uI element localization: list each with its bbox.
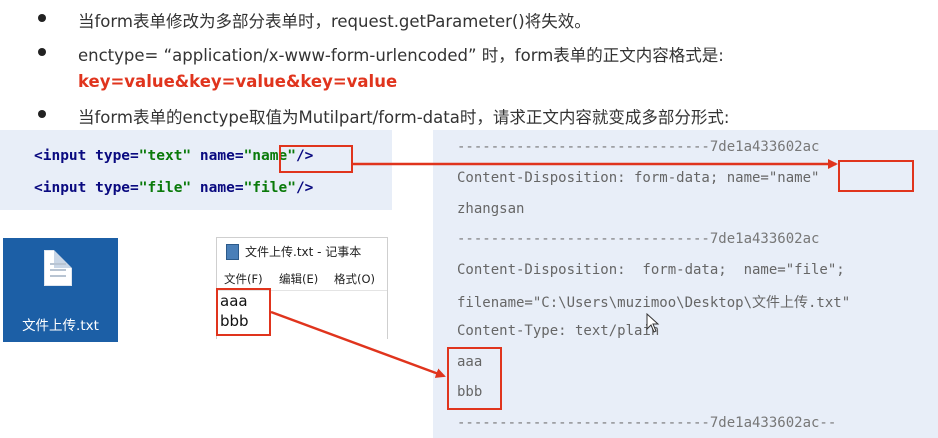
notepad-titlebar: 文件上传.txt - 记事本: [217, 238, 387, 266]
notepad-icon: [226, 244, 239, 260]
menu-file[interactable]: 文件(F): [224, 271, 263, 287]
file-tile-label: 文件上传.txt: [22, 318, 99, 334]
text-file-icon: [44, 250, 72, 286]
content-type-line: Content-Type: text/plain: [457, 323, 660, 339]
boundary-end-line: ------------------------------7de1a43360…: [457, 415, 837, 431]
content-disposition-line: Content-Disposition: form-data; name="na…: [457, 170, 820, 186]
notepad-title: 文件上传.txt - 记事本: [245, 245, 362, 259]
bullet-dot-icon: [38, 110, 46, 118]
boundary-line: ------------------------------7de1a43360…: [457, 139, 820, 155]
format-line: key=value&key=value&key=value: [78, 72, 398, 91]
mouse-cursor-icon: [646, 313, 660, 333]
filename-line: filename="C:\Users\muzimoo\Desktop\文件上传.…: [457, 295, 851, 311]
boundary-line: ------------------------------7de1a43360…: [457, 231, 820, 247]
bullet-text: 当form表单修改为多部分表单时，request.getParameter()将…: [78, 12, 591, 31]
menu-format[interactable]: 格式(O): [334, 271, 375, 287]
bullet-dot-icon: [38, 48, 46, 56]
highlight-notepad-content: [216, 288, 271, 336]
bullet-text: 当form表单的enctype取值为Mutilpart/form-data时，请…: [78, 108, 730, 127]
menu-edit[interactable]: 编辑(E): [279, 271, 318, 287]
bullet-dot-icon: [38, 14, 46, 22]
bullet-text: enctype= “application/x-www-form-urlenco…: [78, 46, 724, 65]
notepad-menubar: 文件(F) 编辑(E) 格式(O): [217, 268, 387, 288]
code-line-text-input: <input type="text" name="name"/>: [34, 148, 314, 164]
highlight-file-content: [447, 347, 502, 410]
code-line-file-input: <input type="file" name="file"/>: [34, 180, 314, 196]
file-tile[interactable]: 文件上传.txt: [3, 238, 118, 342]
field-value-line: zhangsan: [457, 201, 525, 217]
highlight-name-attr: [279, 145, 353, 173]
highlight-name-field: [838, 160, 914, 192]
content-disposition-line: Content-Disposition: form-data; name="fi…: [457, 262, 845, 278]
